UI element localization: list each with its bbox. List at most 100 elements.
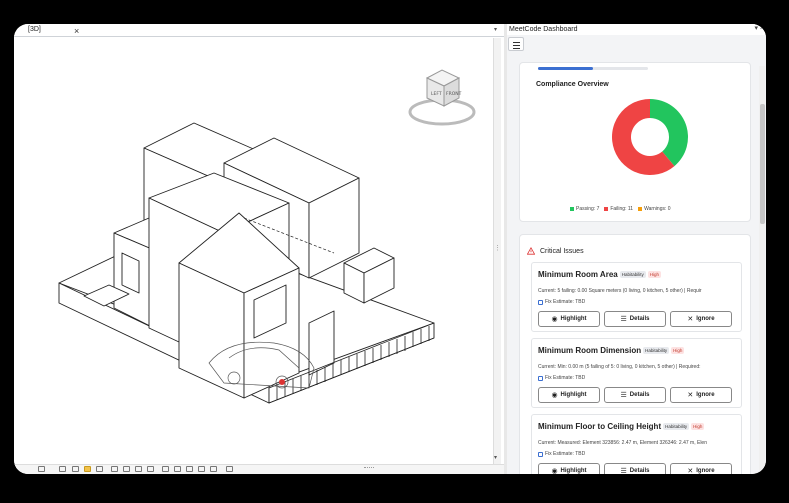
severity-badge: High bbox=[691, 423, 705, 431]
view-tab-divider bbox=[14, 36, 504, 37]
fix-estimate-text: Fix Estimate: TBD bbox=[545, 451, 586, 457]
compliance-overview-card: Compliance Overview Passing: 7 Failing: … bbox=[519, 62, 751, 222]
category-badge: Habitability bbox=[619, 271, 646, 279]
panel-scrollbar-thumb[interactable] bbox=[760, 104, 765, 224]
issue-current-value: Current: Min: 0.00 m (5 failing of 5: 0 … bbox=[538, 364, 701, 370]
issue-title-text: Minimum Room Area bbox=[538, 270, 618, 279]
details-button[interactable]: ☰ Details bbox=[604, 311, 666, 327]
legend-failing: Failing: 11 bbox=[604, 206, 633, 212]
legend-warnings: Warnings: 0 bbox=[638, 206, 671, 212]
passing-swatch bbox=[570, 207, 574, 211]
render-icon[interactable] bbox=[111, 466, 118, 472]
x-icon: ✕ bbox=[687, 392, 694, 399]
splitter-grip-icon[interactable]: ⋮ bbox=[494, 244, 501, 252]
detail-level-icon[interactable] bbox=[59, 466, 66, 472]
fix-estimate: Fix Estimate: TBD bbox=[538, 451, 585, 457]
fix-estimate-icon bbox=[538, 375, 543, 381]
legend-passing: Passing: 7 bbox=[570, 206, 599, 212]
category-badge: Habitability bbox=[663, 423, 690, 431]
fix-estimate-text: Fix Estimate: TBD bbox=[545, 375, 586, 381]
highlight-displacement-icon[interactable] bbox=[198, 466, 205, 472]
highlight-button[interactable]: ◉ Highlight bbox=[538, 311, 600, 327]
dashboard-content[interactable]: Compliance Overview Passing: 7 Failing: … bbox=[509, 62, 757, 474]
details-button[interactable]: ☰ Details bbox=[604, 463, 666, 474]
statusbar-grip[interactable] bbox=[364, 467, 374, 470]
warning-icon bbox=[527, 247, 535, 255]
issue-card: Minimum Room Area Habitability High Current… bbox=[531, 262, 742, 332]
legend-failing-label: Failing: 11 bbox=[610, 206, 634, 212]
scale-icon[interactable] bbox=[38, 466, 45, 472]
lock-view-icon[interactable] bbox=[147, 466, 154, 472]
details-label: Details bbox=[629, 316, 650, 322]
progress-fill bbox=[538, 67, 593, 70]
highlight-button[interactable]: ◉ Highlight bbox=[538, 463, 600, 474]
chart-legend: Passing: 7 Failing: 11 Warnings: 0 bbox=[570, 206, 740, 212]
scroll-up-icon[interactable]: ▾ bbox=[494, 26, 497, 33]
warnings-swatch bbox=[638, 207, 643, 211]
eye-icon: ◉ bbox=[551, 392, 558, 399]
fix-estimate: Fix Estimate: TBD bbox=[538, 375, 585, 381]
list-icon: ☰ bbox=[620, 468, 627, 474]
issue-current-value: Current: Measured: Element 323856: 2.47 … bbox=[538, 440, 707, 446]
eye-icon: ◉ bbox=[551, 468, 558, 474]
issue-card: Minimum Room Dimension Habitability High Cu… bbox=[531, 338, 742, 408]
analysis-display-icon[interactable] bbox=[186, 466, 193, 472]
details-button[interactable]: ☰ Details bbox=[604, 387, 666, 403]
fix-estimate-text: Fix Estimate: TBD bbox=[545, 299, 586, 305]
ignore-button[interactable]: ✕ Ignore bbox=[670, 463, 732, 474]
highlight-label: Highlight bbox=[560, 392, 587, 398]
crop-view-icon[interactable] bbox=[123, 466, 130, 472]
menu-icon[interactable] bbox=[508, 37, 524, 51]
severity-badge: High bbox=[647, 271, 661, 279]
3d-viewport[interactable]: [3D] × LEFT FRONT ▾ ▾ bbox=[14, 24, 504, 474]
overview-title: Compliance Overview bbox=[536, 81, 609, 88]
highlight-button[interactable]: ◉ Highlight bbox=[538, 387, 600, 403]
visual-style-icon[interactable] bbox=[72, 466, 79, 472]
compliance-donut-chart[interactable] bbox=[610, 97, 690, 177]
x-icon: ✕ bbox=[687, 316, 694, 323]
ignore-label: Ignore bbox=[696, 392, 715, 398]
progress-bar bbox=[538, 67, 648, 70]
scroll-down-icon[interactable]: ▾ bbox=[494, 454, 497, 461]
close-view-icon[interactable]: × bbox=[74, 26, 79, 36]
legend-passing-label: Passing: 7 bbox=[576, 206, 600, 212]
panel-window-controls[interactable]: ▾ × bbox=[754, 24, 764, 32]
worksharing-icon[interactable] bbox=[226, 466, 233, 472]
issue-title: Minimum Room Area Habitability High bbox=[538, 270, 661, 279]
critical-issues-header: Critical Issues bbox=[527, 247, 584, 255]
issue-card: Minimum Floor to Ceiling Height Habitabil… bbox=[531, 414, 742, 474]
details-label: Details bbox=[629, 392, 650, 398]
dashboard-panel: MeetCode Dashboard ▾ × Compliance Overvi… bbox=[507, 24, 766, 474]
reveal-constraints-icon[interactable] bbox=[210, 466, 217, 472]
fix-estimate-icon bbox=[538, 299, 543, 305]
viewcube-icon[interactable]: LEFT FRONT bbox=[407, 64, 477, 134]
fix-estimate-icon bbox=[538, 451, 543, 457]
reveal-hidden-icon[interactable] bbox=[174, 466, 181, 472]
critical-issues-title: Critical Issues bbox=[540, 247, 584, 255]
issue-title: Minimum Room Dimension Habitability High bbox=[538, 346, 685, 355]
ignore-label: Ignore bbox=[696, 468, 715, 474]
list-icon: ☰ bbox=[620, 392, 627, 399]
ignore-label: Ignore bbox=[696, 316, 715, 322]
legend-warnings-label: Warnings: 0 bbox=[644, 206, 671, 212]
issue-current-value: Current: 5 failing: 0.00 Square meters (… bbox=[538, 288, 702, 294]
shadows-icon[interactable] bbox=[96, 466, 103, 472]
highlight-label: Highlight bbox=[560, 468, 587, 474]
issue-title: Minimum Floor to Ceiling Height Habitabil… bbox=[538, 422, 705, 431]
ignore-button[interactable]: ✕ Ignore bbox=[670, 387, 732, 403]
viewcube-front-label[interactable]: FRONT bbox=[446, 91, 462, 97]
list-icon: ☰ bbox=[620, 316, 627, 323]
fix-estimate: Fix Estimate: TBD bbox=[538, 299, 585, 305]
show-crop-icon[interactable] bbox=[135, 466, 142, 472]
viewcube-left-label[interactable]: LEFT bbox=[431, 91, 442, 97]
highlight-label: Highlight bbox=[560, 316, 587, 322]
details-label: Details bbox=[629, 468, 650, 474]
panel-title: MeetCode Dashboard bbox=[507, 24, 766, 35]
issue-title-text: Minimum Room Dimension bbox=[538, 346, 642, 355]
sun-path-icon[interactable] bbox=[84, 466, 91, 472]
ignore-button[interactable]: ✕ Ignore bbox=[670, 311, 732, 327]
x-icon: ✕ bbox=[687, 468, 694, 474]
app-frame: [3D] × LEFT FRONT ▾ ▾ ⋮ MeetCode Dashboa… bbox=[14, 24, 766, 474]
eye-icon: ◉ bbox=[551, 316, 558, 323]
temporary-hide-icon[interactable] bbox=[162, 466, 169, 472]
